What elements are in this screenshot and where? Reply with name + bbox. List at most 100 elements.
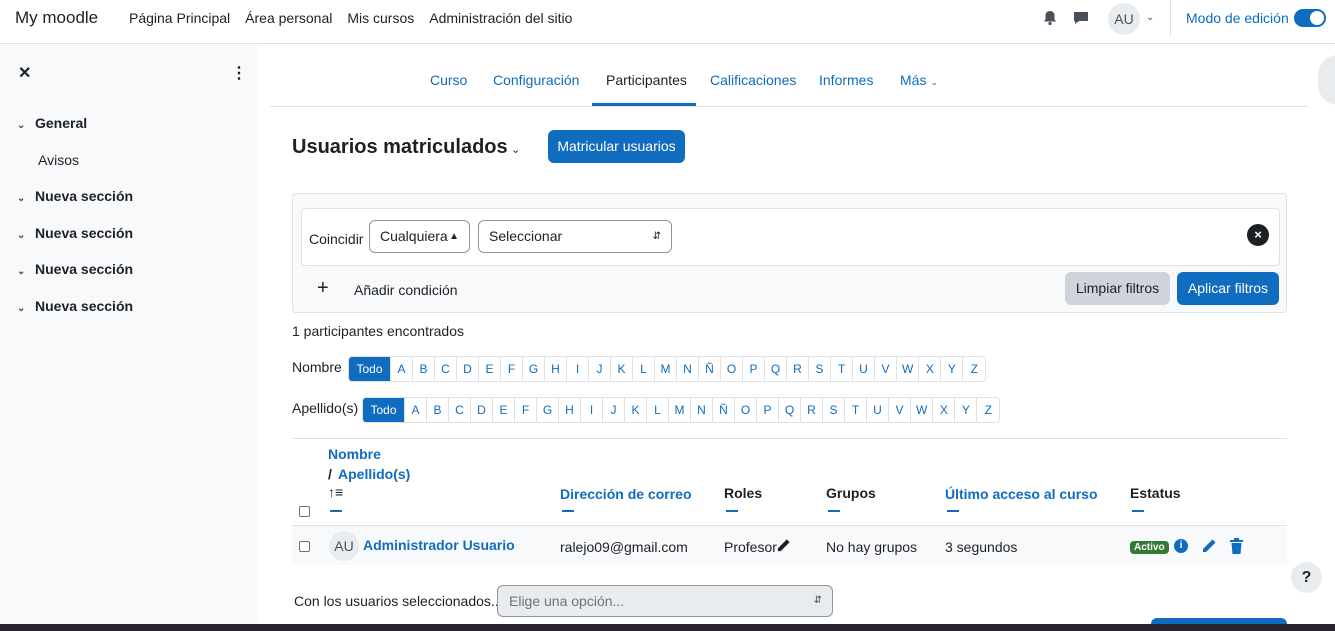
nav-link-my-courses[interactable]: Mis cursos [347,10,414,26]
lastname-initial-letter[interactable]: D [471,398,493,422]
column-header-lastname[interactable]: Apellido(s) [338,466,410,482]
lastname-initial-letter[interactable]: Ñ [713,398,735,422]
lastname-initial-letter[interactable]: I [581,398,603,422]
firstname-initial-letter[interactable]: W [897,357,920,381]
firstname-initial-letter[interactable]: N [677,357,699,381]
lastname-initial-letter[interactable]: H [559,398,581,422]
firstname-initial-letter[interactable]: S [809,357,831,381]
match-select[interactable]: Cualquiera ▲︎ [369,220,470,253]
messages-icon[interactable] [1072,9,1090,27]
edit-mode-toggle[interactable] [1294,9,1326,27]
lastname-initial-letter[interactable]: Y [955,398,978,422]
firstname-initial-letter[interactable]: J [589,357,611,381]
firstname-initial-letter[interactable]: F [501,357,523,381]
firstname-initial-letter[interactable]: D [457,357,479,381]
firstname-initial-letter[interactable]: Q [765,357,787,381]
firstname-initial-letter[interactable]: C [435,357,457,381]
lastname-initial-letter[interactable]: O [735,398,757,422]
column-header-email[interactable]: Dirección de correo [560,486,692,502]
lastname-initial-all[interactable]: Todo [363,398,405,422]
plus-icon[interactable]: + [317,278,329,298]
lastname-initial-letter[interactable]: Z [977,398,999,422]
firstname-initial-letter[interactable]: T [831,357,853,381]
firstname-initial-letter[interactable]: X [919,357,942,381]
firstname-initial-letter[interactable]: Ñ [699,357,721,381]
lastname-initial-letter[interactable]: N [691,398,713,422]
lastname-initial-letter[interactable]: S [823,398,845,422]
edit-enrolment-icon[interactable] [1201,538,1217,554]
lastname-initial-letter[interactable]: U [867,398,889,422]
nav-link-dashboard[interactable]: Área personal [245,10,332,26]
firstname-initial-letter[interactable]: B [413,357,435,381]
firstname-initial-letter[interactable]: A [391,357,413,381]
firstname-initial-letter[interactable]: P [743,357,765,381]
drawer-section-3[interactable]: ⌄ Nueva sección [17,225,133,241]
firstname-initial-letter[interactable]: O [721,357,743,381]
tab-settings[interactable]: Configuración [493,72,579,88]
drawer-item-avisos[interactable]: Avisos [38,152,79,168]
hide-column-icon[interactable] [828,510,840,512]
bulk-action-select[interactable]: Elige una opción... ⇵ [497,585,833,617]
block-drawer-toggle[interactable] [1318,55,1335,105]
hide-column-icon[interactable] [947,510,959,512]
enrol-users-button[interactable]: Matricular usuarios [548,130,685,163]
user-avatar[interactable]: AU [1108,3,1140,35]
lastname-initial-letter[interactable]: V [889,398,911,422]
firstname-initial-all[interactable]: Todo [349,357,391,381]
chevron-down-icon[interactable]: ⌄ [17,120,35,131]
firstname-initial-letter[interactable]: E [479,357,501,381]
lastname-initial-letter[interactable]: X [933,398,956,422]
firstname-initial-letter[interactable]: Y [941,357,964,381]
bell-icon[interactable] [1041,9,1059,27]
hide-column-icon[interactable] [726,510,738,512]
lastname-initial-letter[interactable]: R [801,398,823,422]
add-condition-link[interactable]: Añadir condición [354,282,458,298]
firstname-initial-letter[interactable]: R [787,357,809,381]
firstname-initial-letter[interactable]: G [523,357,545,381]
drawer-section-2[interactable]: ⌄ Nueva sección [17,188,133,204]
firstname-initial-letter[interactable]: Z [963,357,985,381]
lastname-initial-letter[interactable]: L [647,398,669,422]
lastname-initial-letter[interactable]: A [405,398,427,422]
remove-condition-icon[interactable]: × [1247,224,1269,246]
pencil-icon[interactable] [776,538,791,553]
filter-type-select[interactable]: Seleccionar ⇵ [478,220,672,253]
tab-more[interactable]: Más ⌄ [900,72,938,88]
participant-name-link[interactable]: Administrador Usuario [363,537,515,553]
firstname-initial-letter[interactable]: L [633,357,655,381]
trash-icon[interactable] [1229,538,1244,554]
firstname-initial-letter[interactable]: U [853,357,875,381]
info-icon[interactable]: i [1174,539,1188,553]
sort-ascending-icon[interactable]: ↑≡ [328,484,343,500]
hide-column-icon[interactable] [562,510,574,512]
nav-link-site-admin[interactable]: Administración del sitio [429,10,572,26]
column-header-last-access[interactable]: Último acceso al curso [945,486,1098,502]
lastname-initial-letter[interactable]: P [757,398,779,422]
lastname-initial-letter[interactable]: W [911,398,934,422]
site-brand[interactable]: My moodle [15,8,98,28]
tab-course[interactable]: Curso [430,72,467,88]
page-title[interactable]: Usuarios matriculados [292,136,508,159]
lastname-initial-letter[interactable]: G [537,398,559,422]
lastname-initial-letter[interactable]: B [427,398,449,422]
drawer-section-5[interactable]: ⌄ Nueva sección [17,298,133,314]
lastname-initial-letter[interactable]: E [493,398,515,422]
chevron-down-icon[interactable]: ⌄ [17,230,35,241]
chevron-down-icon[interactable]: ⌄ [17,193,35,204]
drawer-section-general[interactable]: ⌄ General [17,115,87,131]
close-drawer-icon[interactable]: ✕ [18,63,31,83]
lastname-initial-letter[interactable]: K [625,398,647,422]
user-menu-chevron-icon[interactable]: ⌄ [1146,12,1154,23]
firstname-initial-letter[interactable]: I [567,357,589,381]
firstname-initial-letter[interactable]: V [875,357,897,381]
drawer-section-4[interactable]: ⌄ Nueva sección [17,261,133,277]
lastname-initial-letter[interactable]: T [845,398,867,422]
row-select-checkbox[interactable] [299,541,310,552]
firstname-initial-letter[interactable]: M [655,357,677,381]
chevron-down-icon[interactable]: ⌄ [17,303,35,314]
select-all-checkbox[interactable] [299,506,310,517]
chevron-down-icon[interactable]: ⌄ [17,266,35,277]
lastname-initial-letter[interactable]: F [515,398,537,422]
lastname-initial-letter[interactable]: Q [779,398,801,422]
firstname-initial-letter[interactable]: H [545,357,567,381]
